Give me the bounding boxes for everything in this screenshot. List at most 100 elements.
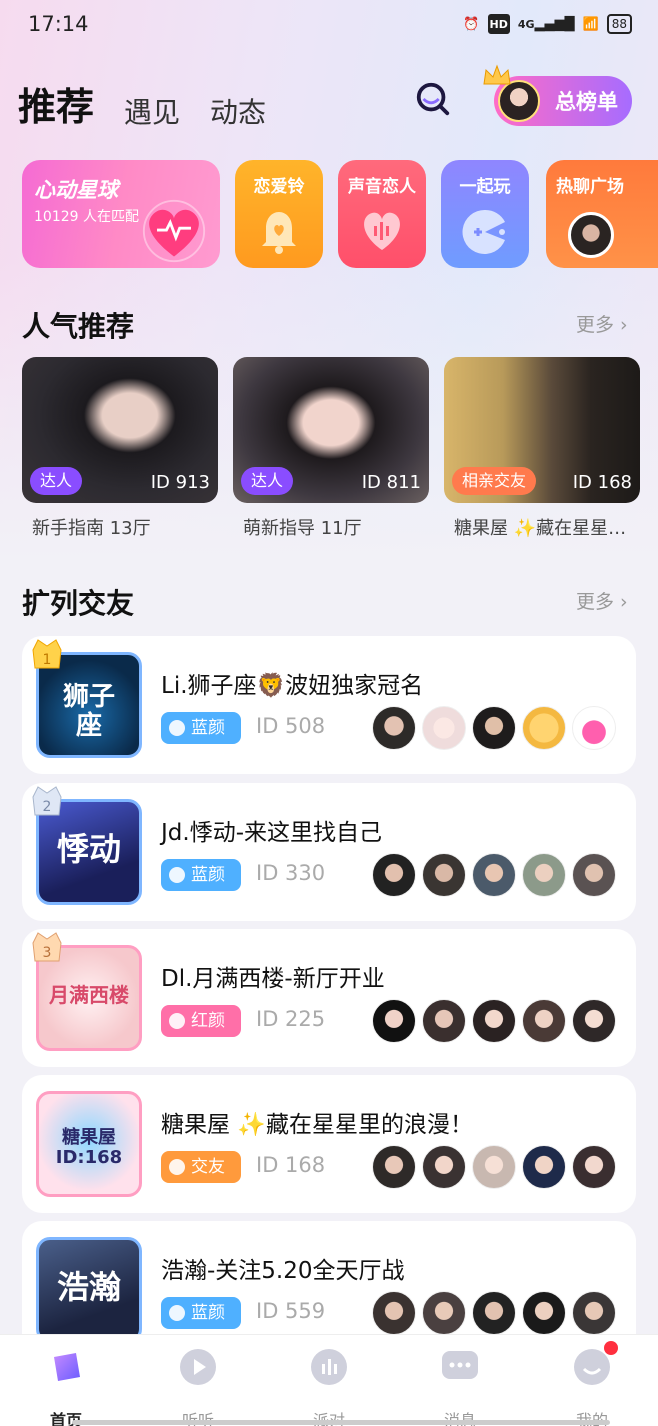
- room-thumbnail-text: 浩瀚: [56, 1268, 121, 1306]
- room-tag: 蓝颜: [161, 859, 241, 891]
- avatar: [572, 999, 616, 1043]
- feature-label: 一起玩: [459, 177, 511, 197]
- avatar: [472, 999, 516, 1043]
- rank-number: 1: [43, 652, 52, 668]
- tab-moments[interactable]: 动态: [210, 91, 266, 131]
- nav-me[interactable]: 我的: [552, 1341, 632, 1426]
- rooms-section-title: 扩列交友: [22, 587, 135, 620]
- room-id: ID 508: [256, 714, 326, 738]
- battery-icon: 88: [606, 14, 632, 34]
- feature-label: 声音恋人: [348, 177, 416, 197]
- rank-2-crown-icon: 2: [32, 786, 62, 816]
- avatar: [572, 706, 616, 750]
- tab-recommend[interactable]: 推荐: [18, 76, 97, 131]
- status-icons: ⏰ HD 4G ▂▄▆█ 📶 88: [463, 14, 632, 34]
- tag-icon: [169, 1013, 185, 1029]
- avatar: [472, 1145, 516, 1189]
- room-title: Li.狮子座🦁波妞独家冠名: [161, 673, 424, 699]
- room-thumbnail-text: 悸动: [56, 830, 121, 868]
- nav-messages[interactable]: 消息: [420, 1347, 500, 1426]
- room-card[interactable]: 糖果屋 ID:168 糖果屋 ✨藏在星星里的浪漫！ 交友 ID 168: [22, 1075, 636, 1213]
- bell-icon: [262, 212, 296, 254]
- popular-name: 新手指南 13厅: [32, 518, 151, 539]
- popular-id: ID 168: [572, 472, 632, 493]
- avatar: [372, 706, 416, 750]
- avatar: [572, 1145, 616, 1189]
- tag-icon: [169, 867, 185, 883]
- room-tag: 红颜: [161, 1005, 241, 1037]
- status-bar: 17:14 ⏰ HD 4G ▂▄▆█ 📶 88: [0, 0, 658, 50]
- popular-card[interactable]: 达人 ID 913: [22, 357, 218, 503]
- rooms-more-link[interactable]: 更多 ›: [576, 587, 628, 614]
- leaderboard-label: 总榜单: [555, 90, 618, 114]
- rank-number: 3: [43, 945, 52, 961]
- room-thumbnail-text: 狮子座: [62, 682, 115, 741]
- avatar: [372, 999, 416, 1043]
- room-tag-label: 蓝颜: [191, 718, 225, 738]
- rank-number: 2: [43, 799, 52, 815]
- status-time: 17:14: [28, 12, 89, 36]
- room-avatars: [372, 999, 616, 1043]
- rank-1-crown-icon: 1: [32, 639, 62, 669]
- room-thumbnail-text: 糖果屋 ID:168: [55, 1127, 123, 1168]
- hd-icon: HD: [487, 14, 510, 34]
- play-icon: [180, 1349, 216, 1385]
- popular-id: ID 913: [150, 472, 210, 493]
- avatar: [472, 1291, 516, 1335]
- avatar: [372, 1291, 416, 1335]
- avatar: [372, 853, 416, 897]
- room-tag: 蓝颜: [161, 1297, 241, 1329]
- popular-badge: 达人: [30, 467, 83, 495]
- chat-plaza-avatar: [568, 212, 614, 258]
- popular-name: 糖果屋 ✨藏在星星里的浪漫！: [454, 518, 634, 539]
- room-id: ID 225: [256, 1007, 326, 1031]
- room-tag: 蓝颜: [161, 712, 241, 744]
- avatar: [522, 706, 566, 750]
- home-icon: [54, 1353, 80, 1381]
- feature-voice-lover[interactable]: 声音恋人: [338, 160, 426, 268]
- room-title: 糖果屋 ✨藏在星星里的浪漫！: [161, 1112, 473, 1138]
- feature-play-together[interactable]: 一起玩: [441, 160, 529, 268]
- tab-meet[interactable]: 遇见: [124, 91, 180, 131]
- rank-3-crown-icon: 3: [32, 932, 62, 962]
- search-icon[interactable]: [414, 80, 452, 118]
- feature-heart-planet[interactable]: 心动星球 10129 人在匹配: [22, 160, 220, 268]
- popular-badge: 达人: [241, 467, 294, 495]
- room-title: Jd.悸动-来这里找自己: [161, 820, 382, 846]
- avatar: [472, 706, 516, 750]
- feature-main-subtitle: 10129 人在匹配: [34, 209, 139, 225]
- top-tabs: 推荐 遇见 动态: [18, 76, 266, 131]
- bottom-nav: 首页 听听 派对 消息 我的: [0, 1334, 658, 1426]
- heart-pulse-icon: [142, 199, 206, 263]
- room-id: ID 168: [256, 1153, 326, 1177]
- popular-more-link[interactable]: 更多 ›: [576, 310, 628, 337]
- popular-section-title: 人气推荐: [22, 310, 135, 343]
- room-thumbnail: 糖果屋 ID:168: [36, 1091, 142, 1197]
- feature-label: 热聊广场: [556, 177, 624, 197]
- nav-party[interactable]: 派对: [289, 1347, 369, 1426]
- room-card[interactable]: 悸动 2 Jd.悸动-来这里找自己 蓝颜 ID 330: [22, 783, 636, 921]
- room-avatars: [372, 1291, 616, 1335]
- popular-card[interactable]: 达人 ID 811: [233, 357, 429, 503]
- popular-card[interactable]: 相亲交友 ID 168: [444, 357, 640, 503]
- avatar: [522, 1291, 566, 1335]
- signal-icon: 4G ▂▄▆█: [517, 16, 575, 32]
- feature-love-bell[interactable]: 恋爱铃: [235, 160, 323, 268]
- room-avatars: [372, 706, 616, 750]
- popular-name: 萌新指导 11厅: [243, 518, 362, 539]
- room-thumbnail-text: 月满西楼: [49, 983, 129, 1007]
- room-tag: 交友: [161, 1151, 241, 1183]
- nav-listen[interactable]: 听听: [158, 1347, 238, 1426]
- room-card[interactable]: 月满西楼 3 Dl.月满西楼-新厅开业 红颜 ID 225: [22, 929, 636, 1067]
- room-card[interactable]: 狮子座 1 Li.狮子座🦁波妞独家冠名 蓝颜 ID 508: [22, 636, 636, 774]
- voice-room-icon: [311, 1349, 347, 1385]
- avatar: [572, 853, 616, 897]
- nav-home[interactable]: 首页: [26, 1347, 106, 1426]
- tag-icon: [169, 1305, 185, 1321]
- feature-chat-plaza[interactable]: 热聊广场: [546, 160, 658, 268]
- gamepad-icon: [462, 209, 505, 254]
- avatar: [422, 706, 466, 750]
- avatar: [572, 1291, 616, 1335]
- room-id: ID 559: [256, 1299, 326, 1323]
- feature-label: 恋爱铃: [253, 177, 305, 197]
